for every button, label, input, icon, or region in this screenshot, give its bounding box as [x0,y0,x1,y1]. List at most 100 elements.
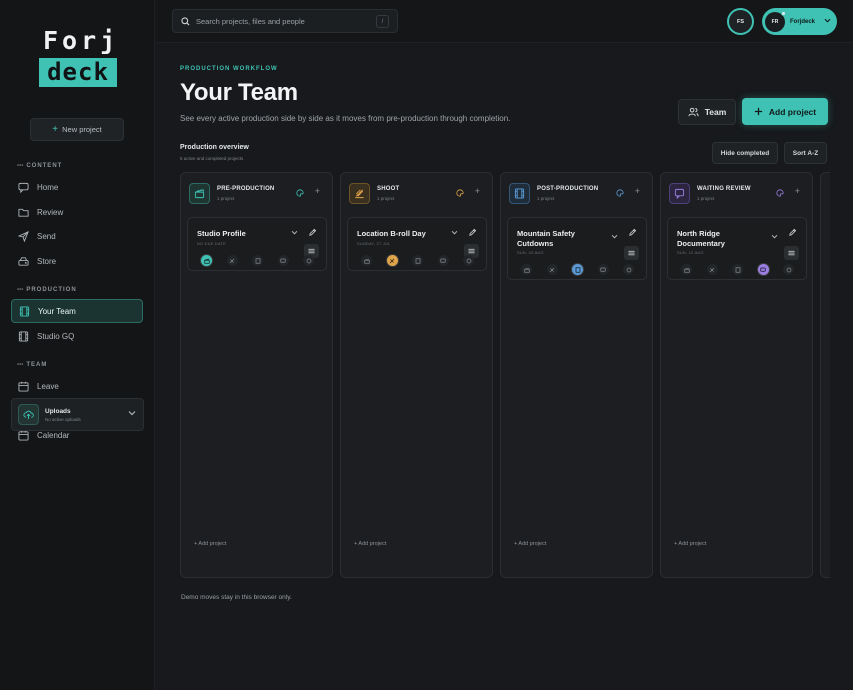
section-label-team: ••• TEAM [17,362,48,368]
chevron-down-icon[interactable] [128,410,136,416]
stage-camera-icon[interactable] [706,264,718,275]
overview-subtitle: 5 active and completed projects [180,156,244,161]
folder-icon [18,208,29,217]
film-icon [19,305,30,317]
hide-completed-button[interactable]: Hide completed [712,142,778,164]
project-card[interactable]: Location B-roll Day SUNDAY, 27 JUL [347,217,487,271]
project-title: North Ridge Documentary [677,229,725,248]
uploads-status: No active uploads [45,416,81,422]
stage-film-icon[interactable] [252,255,263,266]
add-project-link[interactable]: + Add project [354,541,386,547]
column-title: WAITING REVIEW [697,186,751,192]
chevron-down-icon[interactable] [291,230,298,235]
clapper-icon [189,183,210,204]
column-title: POST-PRODUCTION [537,186,599,192]
logo-word-top: Forj [43,26,120,55]
uploads-panel[interactable]: Uploads No active uploads [11,398,144,431]
stage-check-icon[interactable] [623,264,634,275]
column-count: 1 project [217,196,235,201]
add-project-link[interactable]: + Add project [194,541,226,547]
stage-clapper-icon[interactable] [521,264,532,275]
sort-button[interactable]: Sort A-Z [784,142,827,164]
add-to-column-icon[interactable]: + [795,187,800,196]
stage-film-icon[interactable] [412,255,423,266]
add-to-column-icon[interactable]: + [635,187,640,196]
add-project-link[interactable]: + Add project [514,541,546,547]
stage-clapper-icon[interactable] [681,264,692,275]
sidebar-item-review[interactable]: Review [11,200,143,224]
stage-camera-icon[interactable] [226,255,238,266]
add-project-button[interactable]: Add project [742,98,828,125]
sidebar-item-label: Studio GQ [37,331,75,341]
column-count: 1 project [377,196,395,201]
new-project-label: New project [62,125,102,134]
film-icon [18,330,29,342]
menu-icon[interactable] [624,246,639,260]
stage-clapper-icon[interactable] [201,255,212,266]
project-card[interactable]: Studio Profile NO DUE DATE [187,217,327,271]
column-post-production: POST-PRODUCTION 1 project + Mountain Saf… [500,172,653,578]
sidebar-item-studio-gq[interactable]: Studio GQ [11,324,143,348]
sidebar-item-your-team[interactable]: Your Team [11,299,143,323]
chevron-down-icon[interactable] [451,230,458,235]
stage-progress [681,264,809,275]
project-card[interactable]: North Ridge Documentary SUN, 10 AUG [667,217,807,280]
footnote: Demo moves stay in this browser only. [181,594,292,601]
chevron-down-icon[interactable] [611,234,618,239]
search-input[interactable] [196,16,371,26]
users-icon [688,107,699,117]
calendar-icon [18,381,29,392]
stage-camera-icon[interactable] [386,255,398,266]
page-title: Your Team [180,79,298,106]
stage-film-icon[interactable] [732,264,743,275]
new-project-button[interactable]: + New project [30,118,124,141]
project-due-date: SUNDAY, 27 JUL [357,242,391,246]
sidebar-item-leave[interactable]: Leave [11,374,143,398]
stage-camera-icon[interactable] [546,264,558,275]
stage-chat-icon[interactable] [277,255,289,266]
column-header: POST-PRODUCTION 1 project + [509,183,644,205]
stage-clapper-icon[interactable] [361,255,372,266]
sidebar-item-home[interactable]: Home [11,175,143,199]
sidebar-item-send[interactable]: Send [11,224,143,248]
forjdeck-logo[interactable]: Forj deck [39,27,119,87]
palette-icon[interactable] [616,189,624,197]
stage-check-icon[interactable] [783,264,794,275]
add-to-column-icon[interactable]: + [315,187,320,196]
palette-icon[interactable] [776,189,784,197]
column-title: PRE-PRODUCTION [217,186,275,192]
stage-chat-icon[interactable] [597,264,609,275]
user-menu-button[interactable]: FR Forjdeck [762,8,837,35]
logo-word-bottom: deck [39,58,117,87]
palette-icon[interactable] [296,189,304,197]
stage-check-icon[interactable] [463,255,474,266]
column-count: 1 project [697,196,715,201]
sidebar-item-store[interactable]: Store [11,249,143,273]
pencil-icon[interactable] [468,228,477,237]
menu-icon[interactable] [784,246,799,260]
search-bar[interactable]: / [172,9,398,33]
stage-chat-icon[interactable] [757,264,769,275]
chevron-down-icon [824,18,831,23]
chevron-down-icon[interactable] [771,234,778,239]
pencil-icon[interactable] [308,228,317,237]
palette-icon[interactable] [456,189,464,197]
column-next-peek[interactable] [820,172,830,578]
column-header: PRE-PRODUCTION 1 project + [189,183,324,205]
presence-avatar[interactable]: FS [727,8,754,35]
pencil-icon[interactable] [628,228,637,237]
pencil-icon[interactable] [788,228,797,237]
add-project-link[interactable]: + Add project [674,541,706,547]
add-to-column-icon[interactable]: + [475,187,480,196]
project-card[interactable]: Mountain Safety Cutdowns SUN, 03 AUG [507,217,647,280]
team-button[interactable]: Team [678,99,736,125]
stage-chat-icon[interactable] [437,255,449,266]
user-name: Forjdeck [790,18,816,25]
stage-film-icon[interactable] [572,264,583,275]
cloud-upload-icon [18,404,39,425]
storage-icon [18,256,29,266]
stage-check-icon[interactable] [303,255,314,266]
column-shoot: SHOOT 1 project + Location B-roll Day SU… [340,172,493,578]
project-due-date: SUN, 03 AUG [517,251,544,255]
search-shortcut-key: / [376,15,389,28]
